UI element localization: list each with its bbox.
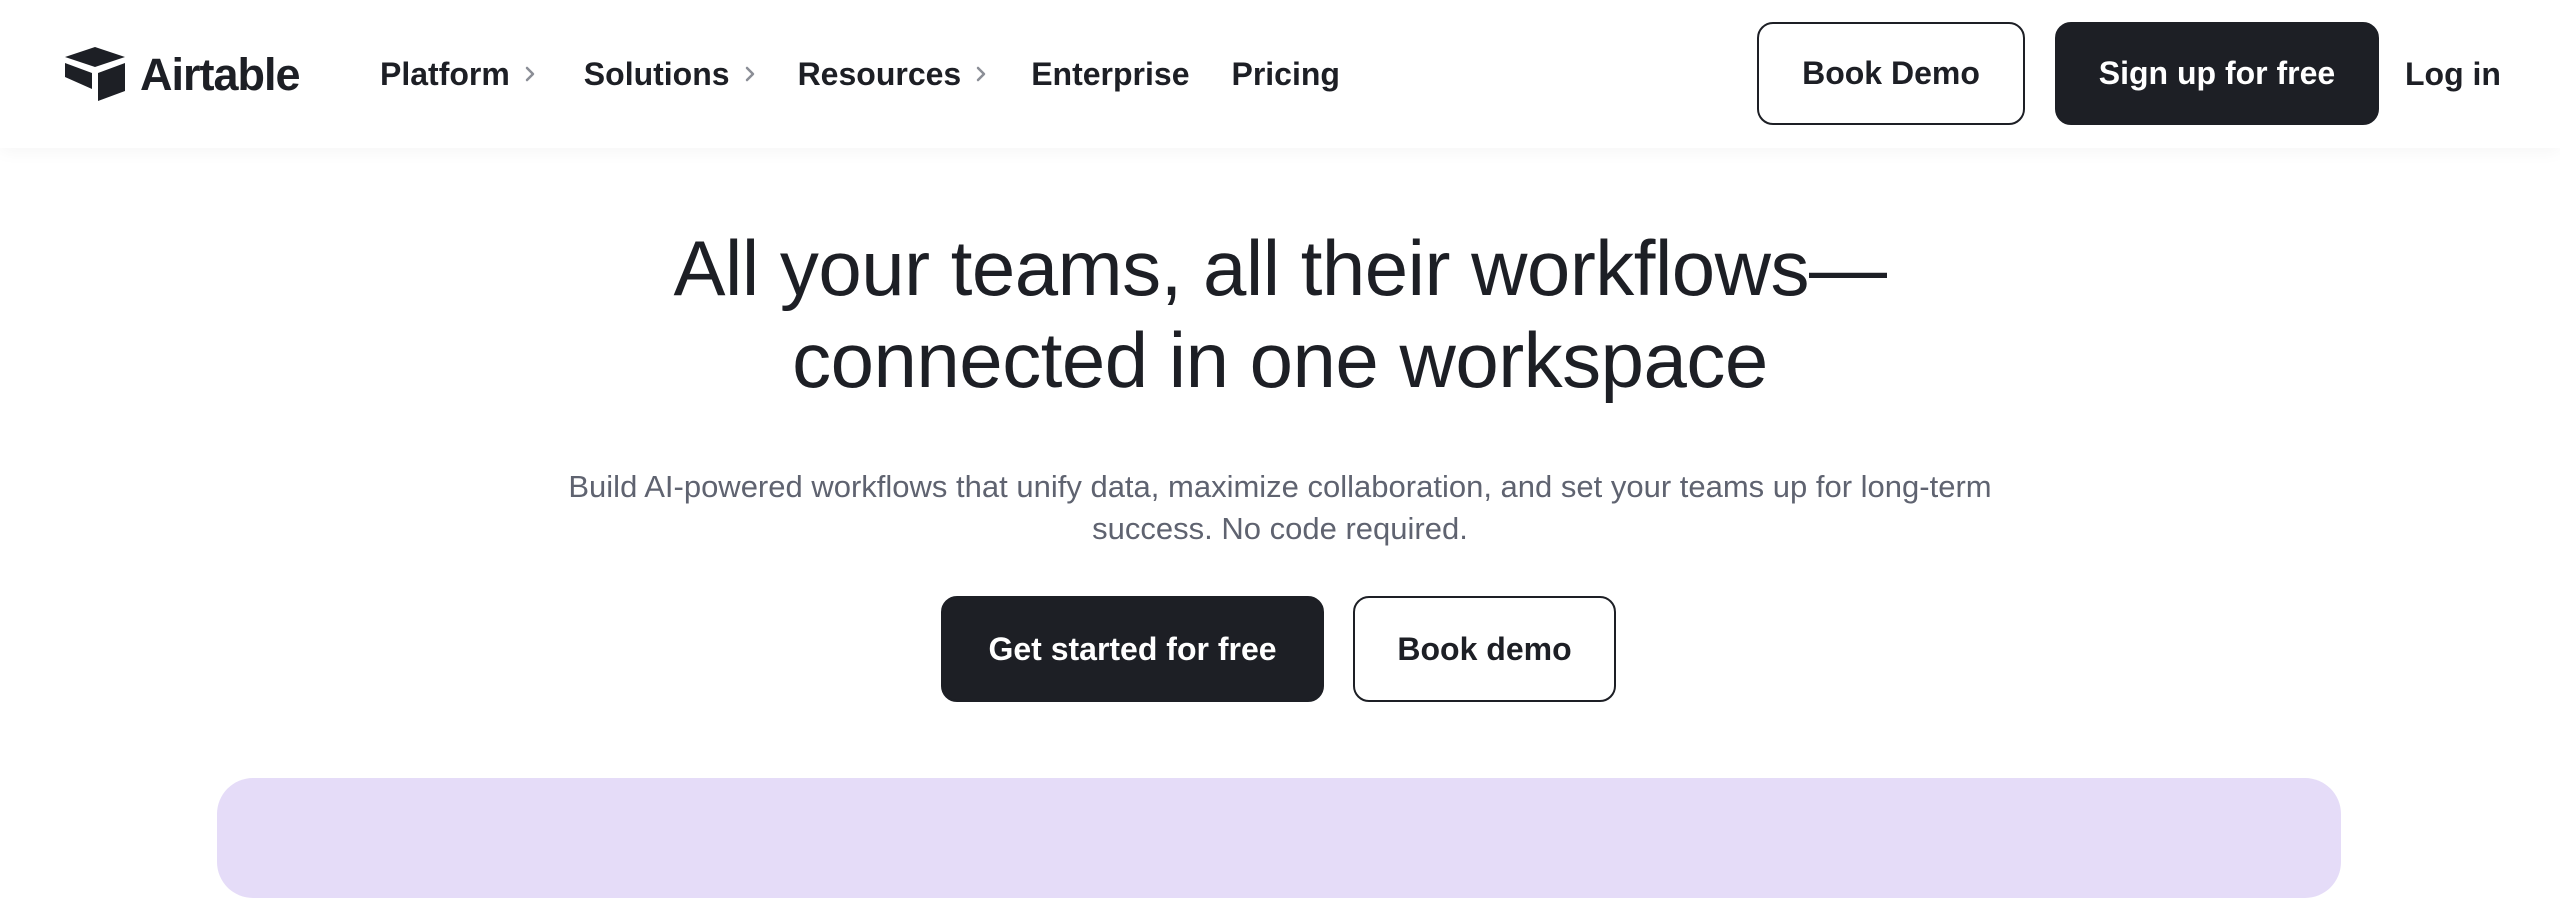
nav-item-label: Resources [797, 55, 962, 92]
nav-item-solutions[interactable]: Solutions [584, 44, 756, 104]
product-preview-panel [217, 778, 2341, 898]
nav-item-label: Solutions [583, 55, 730, 92]
hero-subtitle: Build AI-powered workflows that unify da… [500, 466, 2060, 550]
header-book-demo-button[interactable]: Book Demo [1757, 22, 2025, 125]
hero-subtitle-line: Build AI-powered workflows that unify da… [568, 469, 1992, 504]
nav-item-enterprise[interactable]: Enterprise [1031, 44, 1189, 104]
hero-title: All your teams, all their workflows— con… [0, 222, 2560, 406]
get-started-button[interactable]: Get started for free [941, 596, 1324, 702]
chevron-right-icon [975, 65, 987, 83]
book-demo-button[interactable]: Book demo [1353, 596, 1616, 702]
hero-subtitle-line: success. No code required. [1092, 511, 1468, 546]
brand-name: Airtable [140, 48, 301, 100]
nav-item-label: Platform [380, 55, 510, 92]
hero-title-line: connected in one workspace [792, 316, 1768, 404]
nav-item-label: Enterprise [1031, 55, 1190, 92]
log-in-link[interactable]: Log in [2405, 44, 2501, 104]
chevron-right-icon [744, 65, 756, 83]
chevron-right-icon [524, 65, 536, 83]
main-nav: Platform Solutions Resources Enterprise … [380, 44, 1340, 104]
nav-item-platform[interactable]: Platform [380, 44, 536, 104]
hero-title-line: All your teams, all their workflows— [673, 224, 1887, 312]
airtable-logo[interactable]: Airtable [62, 44, 301, 104]
nav-item-label: Pricing [1231, 55, 1340, 92]
site-header: Airtable Platform Solutions Resources En… [0, 0, 2560, 148]
nav-item-pricing[interactable]: Pricing [1231, 44, 1339, 104]
nav-item-resources[interactable]: Resources [798, 44, 988, 104]
header-sign-up-button[interactable]: Sign up for free [2055, 22, 2379, 125]
airtable-box-logo-icon [65, 47, 125, 101]
